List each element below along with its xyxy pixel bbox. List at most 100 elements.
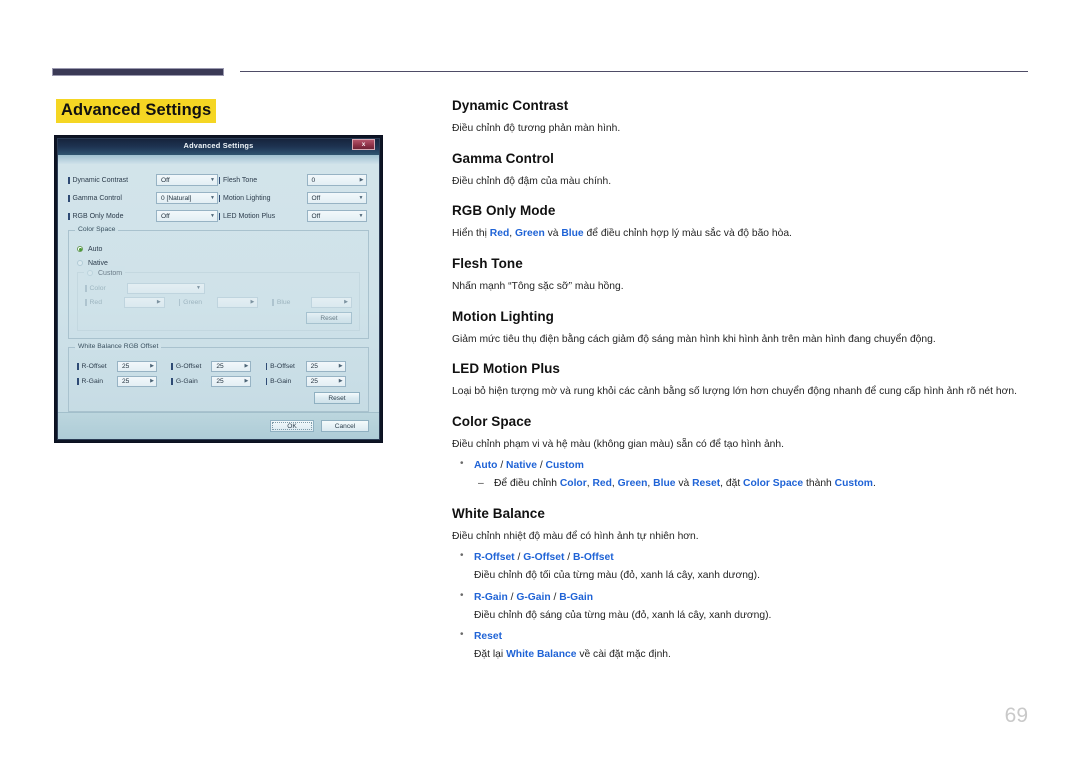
field-dynamic-contrast[interactable]: Dynamic Contrast Off ▼ — [68, 172, 219, 188]
field-flesh-tone[interactable]: Flesh Tone 0 ▶ — [218, 172, 370, 188]
field-gamma-control[interactable]: Gamma Control 0 [Natural] ▼ — [68, 190, 219, 206]
field-label: LED Motion Plus — [218, 212, 307, 220]
section-white-balance: White Balance Điều chỉnh nhiệt độ màu để… — [452, 506, 1032, 663]
field-red-stepper[interactable]: ▶ — [123, 296, 165, 308]
bullet-marker-icon — [265, 363, 268, 370]
field-stepper[interactable]: 25 ▶ — [305, 376, 346, 387]
field-motion-lighting[interactable]: Motion Lighting Off ▼ — [218, 190, 370, 206]
white-balance-group-label: White Balance RGB Offset — [75, 343, 162, 350]
bullet-marker-icon — [178, 298, 181, 306]
content-column: Dynamic Contrast Điều chỉnh độ tương phả… — [452, 98, 1032, 677]
field-color[interactable]: Color ▼ — [85, 281, 352, 295]
field-stepper[interactable]: 25 ▶ — [117, 361, 157, 372]
field-value: 25 — [216, 363, 224, 370]
chevron-right-icon: ▶ — [150, 363, 154, 369]
field-value: 0 — [311, 176, 316, 184]
chevron-right-icon: ▶ — [338, 363, 343, 369]
color-space-group-label: Color Space — [75, 226, 119, 233]
field-dropdown[interactable]: Off ▼ — [306, 210, 367, 222]
dialog-body: Dynamic Contrast Off ▼ Gamma Control 0 [… — [58, 164, 379, 439]
field-value: Off — [311, 194, 321, 202]
field-label: Flesh Tone — [218, 176, 307, 184]
field-label-text: LED Motion Plus — [223, 212, 276, 220]
separator: , đặt — [720, 478, 744, 490]
field-stepper[interactable]: 25 ▶ — [211, 376, 252, 387]
field-led-motion-plus[interactable]: LED Motion Plus Off ▼ — [218, 208, 370, 224]
field-r-gain[interactable]: R-Gain 25 ▶ — [77, 376, 171, 387]
bullet-heading: Auto / Native / Custom — [474, 459, 1032, 474]
chevron-down-icon: ▼ — [210, 176, 215, 183]
field-dropdown[interactable]: Off ▼ — [306, 192, 367, 204]
field-stepper[interactable]: 0 ▶ — [306, 174, 367, 186]
section-led-motion-plus: LED Motion Plus Loại bỏ hiện tượng mờ và… — [452, 361, 1032, 400]
radio-label: Auto — [88, 245, 103, 253]
field-dropdown[interactable]: 0 [Natural] ▼ — [156, 192, 218, 204]
bullet-description: Điều chỉnh độ tối của từng màu (đỏ, xanh… — [474, 570, 760, 582]
custom-subgroup: Custom Color ▼ Red ▶ Green ▶ Blue ▶ Rese… — [77, 266, 360, 331]
close-icon[interactable]: x — [352, 139, 375, 150]
field-label: G-Offset — [171, 363, 211, 370]
white-balance-bullet-list: R-Offset / G-Offset / B-Offset Điều chỉn… — [452, 550, 1032, 662]
page-title: Advanced Settings — [56, 99, 217, 123]
field-b-gain[interactable]: B-Gain 25 ▶ — [265, 376, 360, 387]
link-reset: Reset — [692, 478, 721, 490]
field-r-offset[interactable]: R-Offset 25 ▶ — [77, 361, 171, 372]
custom-reset-button[interactable]: Reset — [306, 312, 352, 324]
bullet-marker-icon — [265, 378, 268, 385]
field-label: RGB Only Mode — [68, 212, 156, 220]
list-item: Auto / Native / Custom Để điều chỉnh Col… — [452, 458, 1032, 492]
separator: thành — [803, 478, 835, 490]
radio-auto[interactable]: Auto — [77, 242, 360, 256]
field-label-text: Motion Lighting — [223, 194, 271, 202]
link-red: Red — [489, 228, 510, 240]
section-heading: LED Motion Plus — [452, 361, 560, 377]
field-stepper[interactable]: 25 ▶ — [117, 376, 157, 387]
link-blue: Blue — [561, 228, 584, 240]
list-item: R-Offset / G-Offset / B-Offset Điều chỉn… — [452, 550, 1032, 583]
field-label: Gamma Control — [68, 194, 156, 202]
section-gamma-control: Gamma Control Điều chỉnh độ đậm của màu … — [452, 151, 1032, 190]
field-label: B-Offset — [265, 363, 306, 370]
section-body: Giảm mức tiêu thụ điện bằng cách giảm độ… — [452, 333, 936, 345]
field-dropdown[interactable]: Off ▼ — [156, 210, 218, 222]
separator: / — [550, 591, 560, 603]
field-g-gain[interactable]: G-Gain 25 ▶ — [171, 376, 265, 387]
chevron-down-icon: ▼ — [210, 194, 215, 201]
radio-selected-icon — [77, 246, 83, 252]
link-white-balance: White Balance — [506, 649, 577, 661]
cancel-button[interactable]: Cancel — [321, 420, 369, 432]
chevron-right-icon: ▶ — [250, 298, 255, 305]
link-green: Green — [514, 228, 545, 240]
field-blue-stepper[interactable]: ▶ — [311, 296, 353, 308]
field-value: 25 — [216, 378, 224, 385]
field-stepper[interactable]: 25 ▶ — [305, 361, 346, 372]
ok-button[interactable]: OK — [270, 420, 314, 432]
text-fragment: về cài đặt mặc định. — [576, 649, 671, 661]
chevron-right-icon: ▶ — [359, 176, 364, 183]
advanced-settings-dialog-screenshot: Advanced Settings x Dynamic Contrast Off… — [55, 136, 382, 442]
field-value: 25 — [310, 363, 318, 370]
bullet-marker-icon — [272, 298, 274, 306]
field-stepper[interactable]: 25 ▶ — [211, 361, 252, 372]
field-label-text: G-Offset — [175, 363, 202, 370]
link-blue: Blue — [653, 478, 676, 490]
custom-rgb-row: Red ▶ Green ▶ Blue ▶ — [85, 295, 353, 309]
field-label-text: G-Gain — [175, 378, 198, 385]
field-dropdown[interactable]: ▼ — [127, 282, 205, 294]
field-g-offset[interactable]: G-Offset 25 ▶ — [171, 361, 265, 372]
text-fragment: Để điều chỉnh — [494, 478, 560, 490]
link-r-gain: R-Gain — [474, 591, 508, 603]
page-number: 69 — [1004, 704, 1028, 727]
field-rgb-only-mode[interactable]: RGB Only Mode Off ▼ — [68, 208, 219, 224]
field-dropdown[interactable]: Off ▼ — [156, 174, 218, 186]
chevron-down-icon: ▼ — [196, 284, 201, 291]
field-green-stepper[interactable]: ▶ — [217, 296, 259, 308]
white-balance-reset-button[interactable]: Reset — [314, 392, 360, 404]
text-fragment: . — [872, 478, 876, 490]
link-r-offset: R-Offset — [474, 552, 515, 564]
section-color-space: Color Space Điều chỉnh phạm vi và hệ màu… — [452, 414, 1032, 492]
field-b-offset[interactable]: B-Offset 25 ▶ — [265, 361, 360, 372]
radio-custom[interactable]: Custom — [84, 266, 126, 280]
field-label-text: R-Gain — [81, 378, 104, 385]
section-flesh-tone: Flesh Tone Nhấn mạnh “Tông sặc sỡ” màu h… — [452, 256, 1032, 295]
